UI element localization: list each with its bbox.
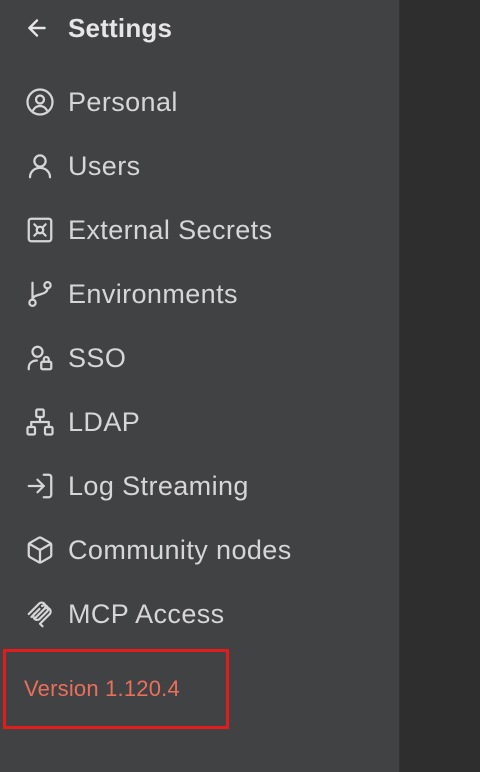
sidebar-item-personal[interactable]: Personal bbox=[0, 70, 399, 134]
settings-sidebar: Settings Personal Users External Secrets… bbox=[0, 0, 400, 772]
main-content-area bbox=[400, 0, 480, 772]
sidebar-item-label: Personal bbox=[68, 86, 178, 117]
mcp-icon bbox=[24, 598, 56, 630]
arrow-left-icon[interactable] bbox=[24, 14, 52, 42]
sidebar-item-external-secrets[interactable]: External Secrets bbox=[0, 198, 399, 262]
git-branch-icon bbox=[24, 278, 56, 310]
sidebar-item-sso[interactable]: SSO bbox=[0, 326, 399, 390]
box-icon bbox=[24, 534, 56, 566]
sidebar-item-label: Environments bbox=[68, 278, 238, 309]
sidebar-item-label: MCP Access bbox=[68, 598, 225, 629]
page-title: Settings bbox=[68, 12, 173, 43]
sidebar-item-label: Users bbox=[68, 150, 141, 181]
sidebar-item-environments[interactable]: Environments bbox=[0, 262, 399, 326]
sidebar-item-users[interactable]: Users bbox=[0, 134, 399, 198]
sidebar-item-label: LDAP bbox=[68, 406, 141, 437]
settings-back-header[interactable]: Settings bbox=[24, 10, 172, 46]
sidebar-item-label: SSO bbox=[68, 342, 127, 373]
sidebar-item-label: External Secrets bbox=[68, 214, 273, 245]
sidebar-item-label: Community nodes bbox=[68, 534, 292, 565]
log-in-icon bbox=[24, 470, 56, 502]
settings-menu: Personal Users External Secrets Environm… bbox=[0, 70, 399, 646]
sidebar-item-label: Log Streaming bbox=[68, 470, 249, 501]
sidebar-item-mcp-access[interactable]: MCP Access bbox=[0, 582, 399, 646]
sidebar-item-community-nodes[interactable]: Community nodes bbox=[0, 518, 399, 582]
user-icon bbox=[24, 150, 56, 182]
user-lock-icon bbox=[24, 342, 56, 374]
version-link[interactable]: Version 1.120.4 bbox=[24, 676, 180, 702]
vault-icon bbox=[24, 214, 56, 246]
sidebar-item-ldap[interactable]: LDAP bbox=[0, 390, 399, 454]
network-icon bbox=[24, 406, 56, 438]
user-circle-icon bbox=[24, 86, 56, 118]
sidebar-item-log-streaming[interactable]: Log Streaming bbox=[0, 454, 399, 518]
